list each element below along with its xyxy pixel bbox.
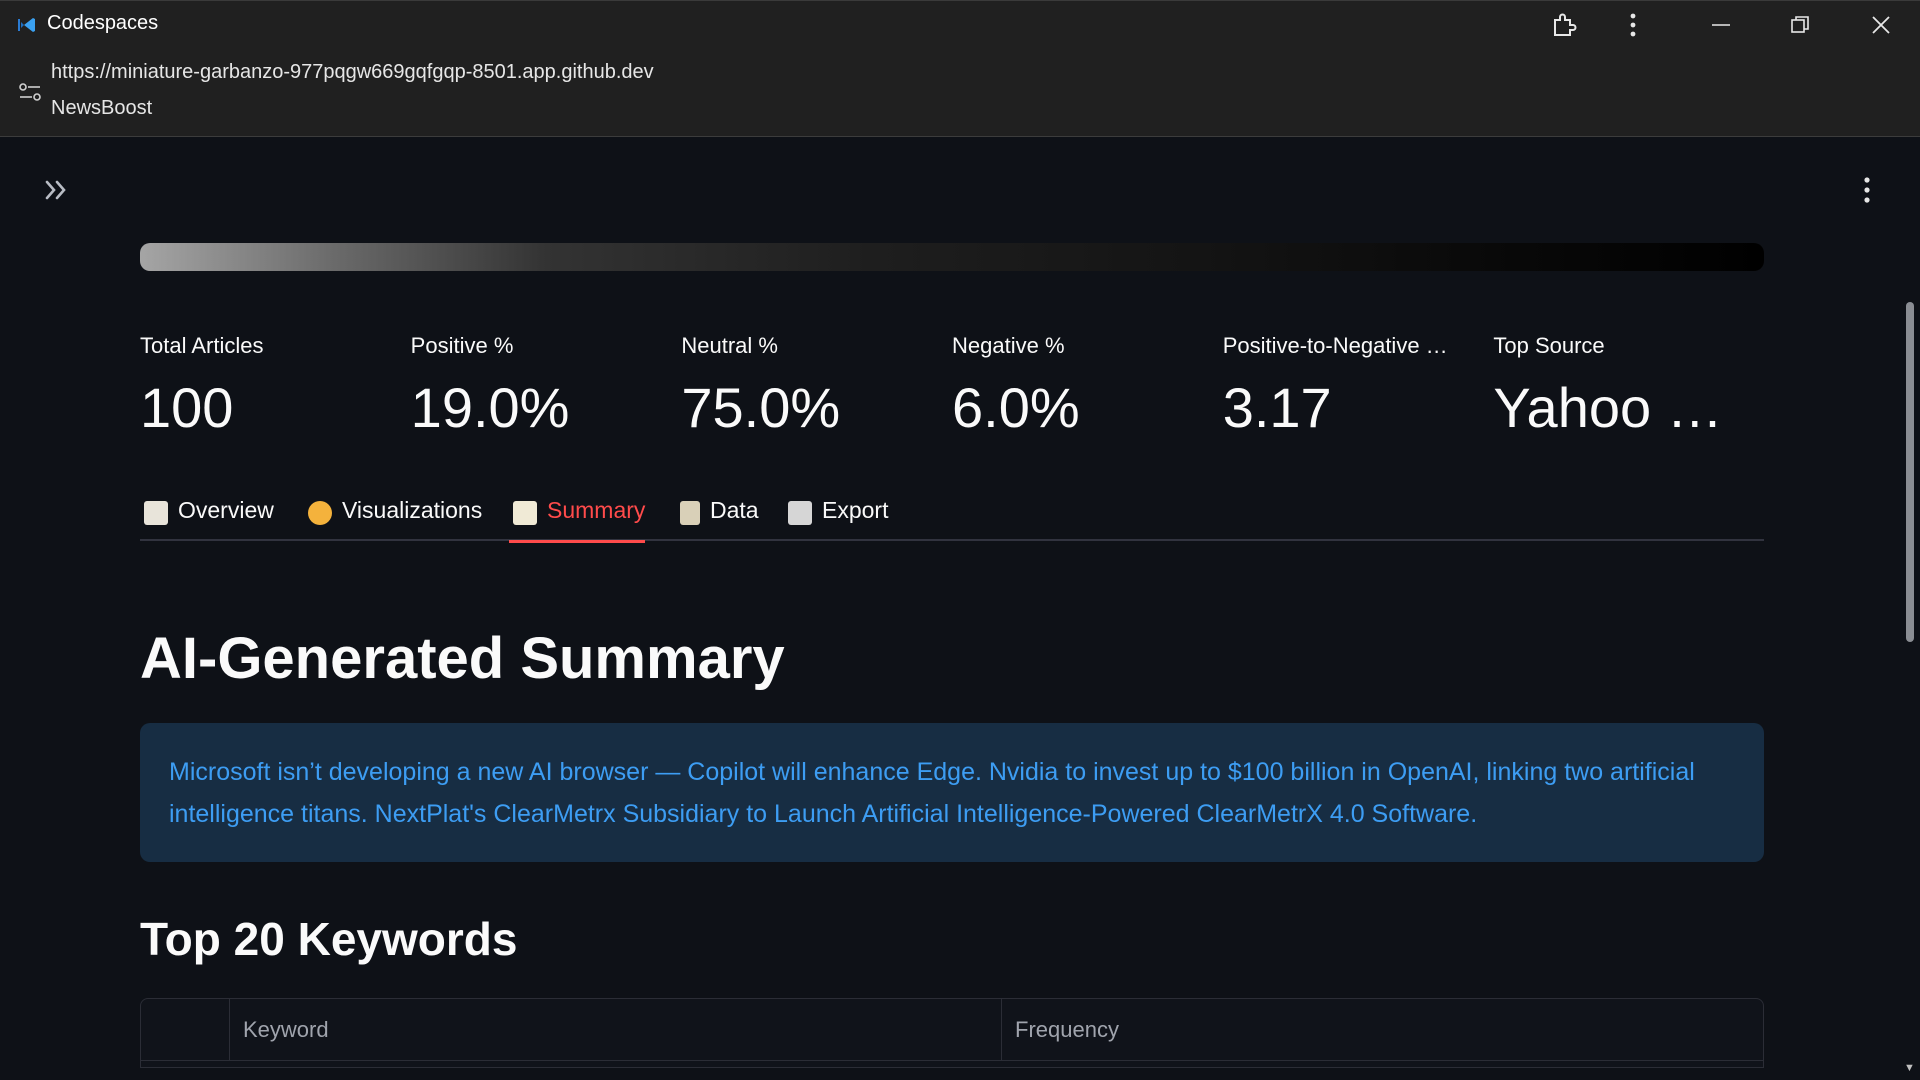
extensions-button[interactable] xyxy=(1534,1,1594,48)
window-title: Codespaces xyxy=(47,12,159,34)
tab-label: Export xyxy=(822,497,889,523)
tab-export[interactable]: Export xyxy=(788,497,888,541)
keywords-table: Keyword Frequency xyxy=(140,998,1764,1068)
more-options-button[interactable] xyxy=(1603,1,1663,48)
more-vertical-icon xyxy=(1864,177,1870,203)
metric-value: Yahoo Finance xyxy=(1493,376,1733,439)
header-banner xyxy=(140,243,1764,271)
ledger-icon xyxy=(144,501,168,525)
extensions-icon xyxy=(1554,13,1577,36)
vertical-scrollbar[interactable] xyxy=(1906,302,1914,642)
vscode-icon xyxy=(18,18,35,32)
clipboard-icon xyxy=(680,501,700,525)
table-header-keyword[interactable]: Keyword xyxy=(230,999,1002,1061)
page-title: NewsBoost xyxy=(51,97,153,119)
tab-bar: Overview Visualizations Summary Data Exp… xyxy=(140,497,1764,543)
table-header-index xyxy=(141,999,230,1061)
double-chevron-right-icon xyxy=(45,180,66,200)
site-settings-icon[interactable] xyxy=(18,80,42,104)
metric-label: Total Articles xyxy=(140,333,264,358)
metric-positive-percent: Positive % 19.0% xyxy=(411,333,682,453)
minimize-icon xyxy=(1712,23,1730,26)
metric-value: 3.17 xyxy=(1222,376,1332,439)
url-text[interactable]: https://miniature-garbanzo-977pqgw669gqf… xyxy=(51,61,654,84)
keywords-heading: Top 20 Keywords xyxy=(140,913,518,965)
window-title-bar: Codespaces xyxy=(0,0,1920,47)
minimize-button[interactable] xyxy=(1691,1,1751,48)
metric-value: 6.0% xyxy=(952,376,1080,439)
metric-neutral-percent: Neutral % 75.0% xyxy=(681,333,952,453)
tab-summary[interactable]: Summary xyxy=(508,497,646,543)
tab-label: Overview xyxy=(178,497,274,523)
tab-data[interactable]: Data xyxy=(680,497,759,541)
summary-text: Microsoft isn’t developing a new AI brow… xyxy=(169,758,1695,828)
metric-value: 75.0% xyxy=(681,376,841,439)
metric-value: 19.0% xyxy=(410,376,570,439)
metric-label: Neutral % xyxy=(681,333,778,358)
close-icon xyxy=(1872,15,1890,34)
close-button[interactable] xyxy=(1851,1,1911,48)
tab-label: Summary xyxy=(547,497,646,523)
metric-negative-percent: Negative % 6.0% xyxy=(952,333,1223,453)
summary-heading: AI-Generated Summary xyxy=(140,626,785,691)
tab-label: Data xyxy=(710,497,759,523)
metric-total-articles: Total Articles 100 xyxy=(140,333,411,453)
restore-button[interactable] xyxy=(1770,1,1830,48)
more-vertical-icon xyxy=(1630,13,1636,36)
metric-positive-negative-ratio: Positive-to-Negative Ratio 3.17 xyxy=(1223,333,1494,453)
summary-info-box: Microsoft isn’t developing a new AI brow… xyxy=(140,723,1764,862)
tab-visualizations[interactable]: Visualizations xyxy=(308,497,482,541)
table-header-frequency[interactable]: Frequency xyxy=(1002,999,1763,1061)
metric-top-source: Top Source Yahoo Finance xyxy=(1493,333,1764,453)
floppy-disk-icon xyxy=(788,501,812,525)
metrics-row: Total Articles 100 Positive % 19.0% Neut… xyxy=(140,333,1764,453)
scroll-down-arrow-icon[interactable]: ▼ xyxy=(1904,1062,1915,1074)
app-main: Total Articles 100 Positive % 19.0% Neut… xyxy=(0,137,1920,1080)
metric-value: 100 xyxy=(140,376,234,439)
memo-icon xyxy=(513,501,537,525)
restore-icon xyxy=(1791,15,1809,33)
metric-label: Top Source xyxy=(1493,333,1605,358)
metric-label: Positive % xyxy=(410,333,514,358)
address-bar: https://miniature-garbanzo-977pqgw669gqf… xyxy=(0,47,1920,137)
palette-icon xyxy=(308,501,332,525)
main-menu-button[interactable] xyxy=(1852,177,1882,213)
metric-label: Positive-to-Negative Ratio xyxy=(1222,333,1463,358)
metric-label: Negative % xyxy=(952,333,1065,358)
tab-overview[interactable]: Overview xyxy=(144,497,274,541)
tab-label: Visualizations xyxy=(342,497,483,523)
sidebar-expand-button[interactable] xyxy=(38,175,74,211)
